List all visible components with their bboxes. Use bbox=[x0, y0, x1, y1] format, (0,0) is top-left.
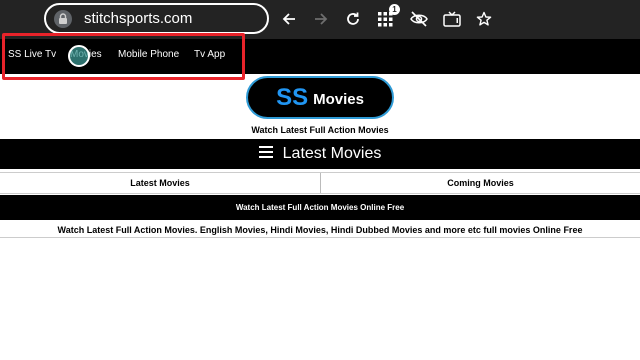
hamburger-menu-icon[interactable] bbox=[258, 145, 273, 163]
nav-item-ss-live-tv[interactable]: SS Live Tv bbox=[8, 49, 56, 61]
movie-tabs: Latest Movies Coming Movies bbox=[0, 172, 640, 194]
site-nav: SS Live Tv Movies Mobile Phone Tv App bbox=[0, 39, 640, 74]
back-icon[interactable] bbox=[278, 8, 300, 30]
tab-coming-movies[interactable]: Coming Movies bbox=[321, 173, 640, 193]
extensions-icon[interactable]: 1 bbox=[375, 4, 400, 30]
address-bar[interactable]: stitchsports.com bbox=[44, 3, 269, 34]
reload-icon[interactable] bbox=[342, 8, 364, 30]
page-title: Latest Movies bbox=[282, 145, 382, 162]
lock-icon[interactable] bbox=[54, 10, 72, 28]
logo-movies-text: Movies bbox=[313, 90, 364, 108]
logo-ss-text: SS bbox=[276, 83, 309, 111]
subtitle-bar: Watch Latest Full Action Movies Online F… bbox=[0, 195, 640, 220]
site-description: Watch Latest Full Action Movies. English… bbox=[0, 222, 640, 238]
extensions-badge: 1 bbox=[389, 4, 400, 15]
cursor-indicator bbox=[68, 45, 90, 67]
site-logo[interactable]: SS Movies bbox=[246, 76, 394, 119]
visibility-off-icon[interactable] bbox=[408, 8, 430, 30]
bookmark-star-icon[interactable] bbox=[473, 8, 495, 30]
forward-icon[interactable] bbox=[310, 8, 332, 30]
tagline: Watch Latest Full Action Movies bbox=[251, 125, 389, 135]
browser-toolbar: stitchsports.com 1 bbox=[0, 0, 640, 39]
nav-item-mobile-phone[interactable]: Mobile Phone bbox=[118, 49, 179, 61]
cast-tv-icon[interactable] bbox=[441, 8, 463, 30]
nav-item-tv-app[interactable]: Tv App bbox=[194, 49, 225, 61]
subtitle-text: Watch Latest Full Action Movies Online F… bbox=[235, 203, 405, 212]
title-bar: Latest Movies bbox=[0, 139, 640, 169]
url-text[interactable]: stitchsports.com bbox=[84, 10, 192, 28]
tab-latest-movies[interactable]: Latest Movies bbox=[0, 173, 320, 193]
